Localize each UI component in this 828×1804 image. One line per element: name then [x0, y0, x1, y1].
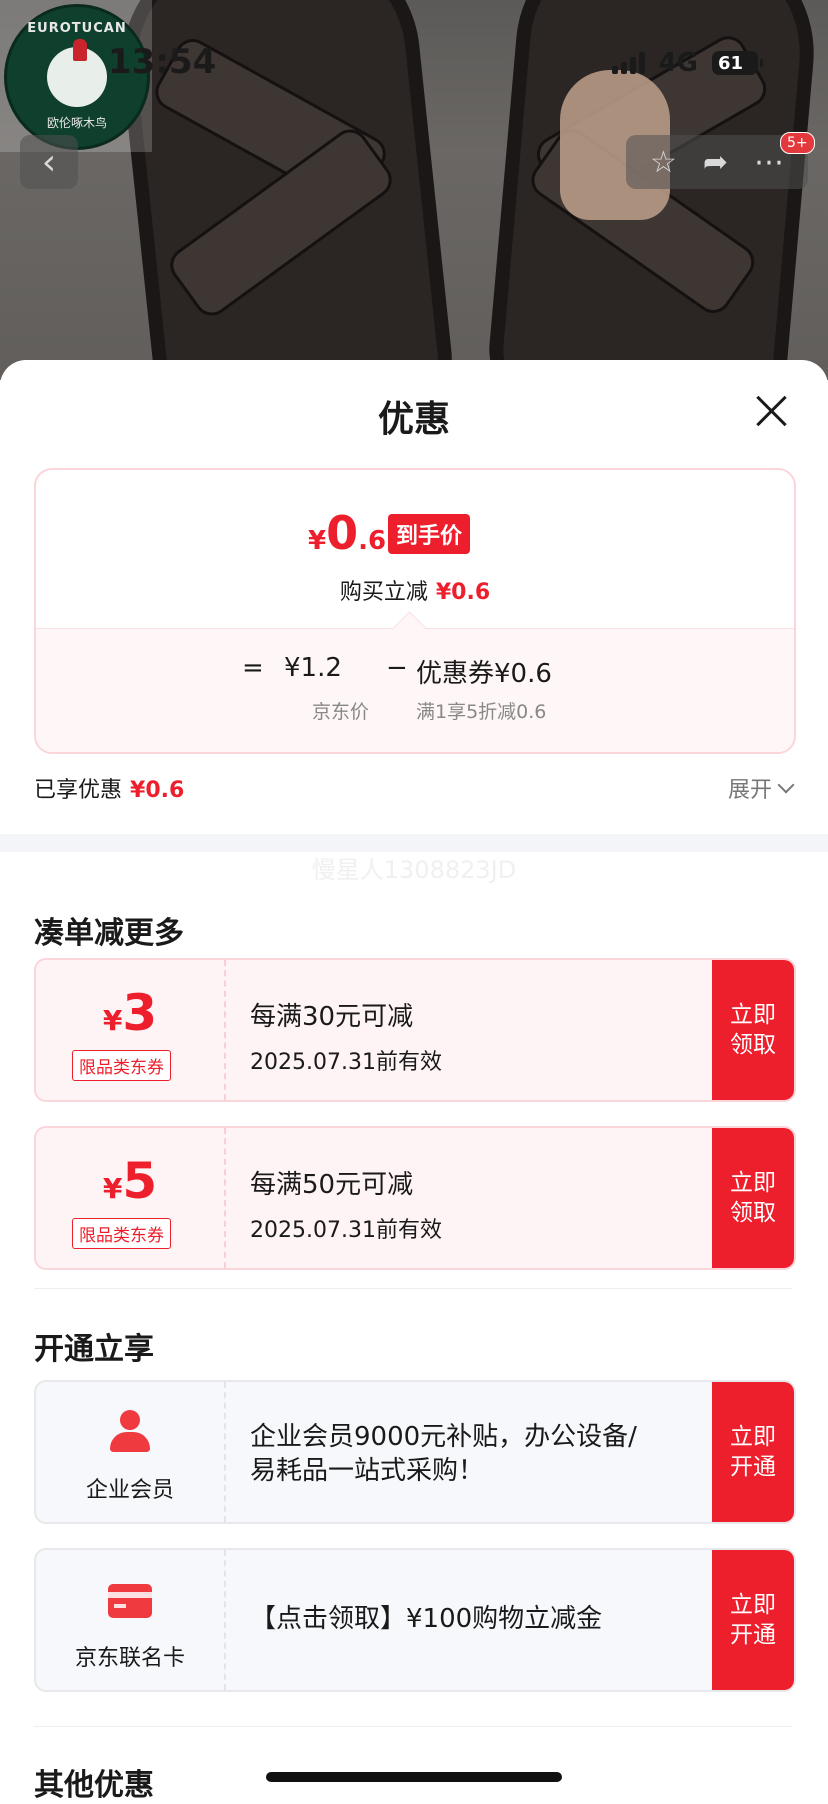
back-button[interactable]: ‹ — [20, 135, 78, 189]
final-price: ¥0.6 — [308, 506, 386, 560]
chevron-left-icon: ‹ — [41, 141, 57, 183]
coupon-amount-panel: ¥5 限品类东券 — [36, 1128, 226, 1268]
coupon-card: ¥5 限品类东券 每满50元可减 2025.07.31前有效 立即 领取 — [34, 1126, 796, 1270]
coupon-type-tag: 限品类东券 — [72, 1050, 171, 1081]
final-price-tag: 到手价 — [388, 514, 471, 554]
expand-label: 展开 — [727, 778, 772, 803]
instant-discount-label: 购买立减 — [339, 580, 428, 605]
membership-card: 企业会员 企业会员9000元补贴，办公设备/易耗品一站式采购！ 立即 开通 — [34, 1380, 796, 1524]
expand-button[interactable]: 展开 — [727, 772, 795, 804]
message-badge: 5+ — [780, 132, 815, 154]
membership-description: 企业会员9000元补贴，办公设备/易耗品一站式采购！ — [250, 1422, 637, 1486]
membership-icon-panel: 企业会员 — [36, 1382, 226, 1522]
coupon-amount: ¥5 — [36, 1152, 224, 1210]
membership-description: 【点击领取】¥100购物立减金 — [250, 1604, 603, 1634]
price-breakdown-card: ¥0.6 到手价 购买立减 ¥0.6 = ¥1.2 − 优惠券¥0.6 京东价 满… — [34, 468, 796, 754]
divider — [34, 1726, 792, 1727]
more-icon[interactable]: ⋯ — [754, 145, 784, 180]
signal-icon — [611, 52, 645, 74]
price-formula-section: = ¥1.2 − 优惠券¥0.6 京东价 满1享5折减0.6 — [36, 628, 794, 752]
final-price-decimal: .6 — [358, 526, 387, 556]
final-price-currency: ¥ — [308, 526, 327, 556]
claim-coupon-button[interactable]: 立即 领取 — [712, 960, 794, 1100]
watermark: 慢星人1308823JD — [311, 856, 517, 884]
credit-card-icon — [108, 1584, 152, 1618]
final-price-section: ¥0.6 到手价 购买立减 ¥0.6 — [36, 470, 794, 628]
enjoyed-value: ¥0.6 — [130, 778, 185, 803]
coupon-amount-panel: ¥3 限品类东券 — [36, 960, 226, 1100]
status-time: 13:54 — [108, 42, 217, 82]
equals-sign: = — [242, 653, 264, 683]
final-price-integer: 0 — [326, 506, 359, 560]
jd-price-value: ¥1.2 — [284, 653, 342, 683]
battery-icon: 61 — [712, 51, 763, 75]
discount-sheet: 优惠 ¥0.6 到手价 购买立减 ¥0.6 = ¥1.2 − 优惠券¥0.6 京东… — [0, 360, 828, 1803]
minus-sign: − — [386, 653, 408, 683]
section-title-other-discounts: 其他优惠 — [34, 1768, 154, 1803]
claim-coupon-button[interactable]: 立即 领取 — [712, 1128, 794, 1268]
coupon-amount-value: 5 — [122, 1152, 158, 1210]
chevron-down-icon — [777, 776, 795, 794]
instant-discount-value: ¥0.6 — [435, 580, 491, 605]
divider — [34, 1288, 792, 1289]
coupon-validity: 2025.07.31前有效 — [250, 1218, 442, 1243]
enjoyed-discount: 已享优惠 ¥0.6 — [34, 772, 184, 804]
star-icon[interactable]: ☆ — [650, 145, 677, 180]
woodpecker-icon — [47, 39, 107, 107]
jd-price-caption: 京东价 — [312, 701, 370, 723]
enjoyed-label: 已享优惠 — [34, 778, 123, 803]
coupon-amount: ¥3 — [36, 984, 224, 1042]
share-icon[interactable]: ➦ — [703, 145, 728, 180]
logo-text-bottom: 欧伦啄木鸟 — [46, 116, 107, 130]
coupon-currency: ¥ — [102, 1172, 123, 1205]
person-icon — [108, 1410, 152, 1454]
membership-label: 企业会员 — [85, 1478, 174, 1503]
coupon-currency: ¥ — [102, 1004, 123, 1037]
coupon-rule-caption: 满1享5折减0.6 — [416, 701, 547, 723]
coupon-card: ¥3 限品类东券 每满30元可减 2025.07.31前有效 立即 领取 — [34, 958, 796, 1102]
battery-level: 61 — [718, 52, 744, 74]
sheet-title: 优惠 — [377, 399, 450, 440]
membership-card: 京东联名卡 【点击领取】¥100购物立减金 立即 开通 — [34, 1548, 796, 1692]
coupon-amount-value: 3 — [122, 984, 158, 1042]
network-type: 4G — [658, 48, 698, 78]
open-membership-button[interactable]: 立即 开通 — [712, 1382, 794, 1522]
coupon-validity: 2025.07.31前有效 — [250, 1050, 442, 1075]
logo-text-top: EUROTUCAN — [27, 21, 127, 36]
instant-discount-line: 购买立减 ¥0.6 — [36, 574, 794, 606]
coupon-rule: 每满50元可减 — [250, 1170, 414, 1200]
close-icon[interactable] — [754, 394, 788, 428]
coupon-rule: 每满30元可减 — [250, 1002, 414, 1032]
status-indicators: 4G 61 — [611, 48, 763, 78]
coupon-type-tag: 限品类东券 — [72, 1218, 171, 1249]
coupon-discount-value: 优惠券¥0.6 — [416, 659, 552, 689]
section-title-more-discounts: 凑单减更多 — [34, 916, 184, 951]
membership-icon-panel: 京东联名卡 — [36, 1550, 226, 1690]
home-indicator[interactable] — [266, 1772, 562, 1782]
open-card-button[interactable]: 立即 开通 — [712, 1550, 794, 1690]
membership-label: 京东联名卡 — [74, 1646, 185, 1671]
section-title-open-benefits: 开通立享 — [34, 1332, 154, 1367]
